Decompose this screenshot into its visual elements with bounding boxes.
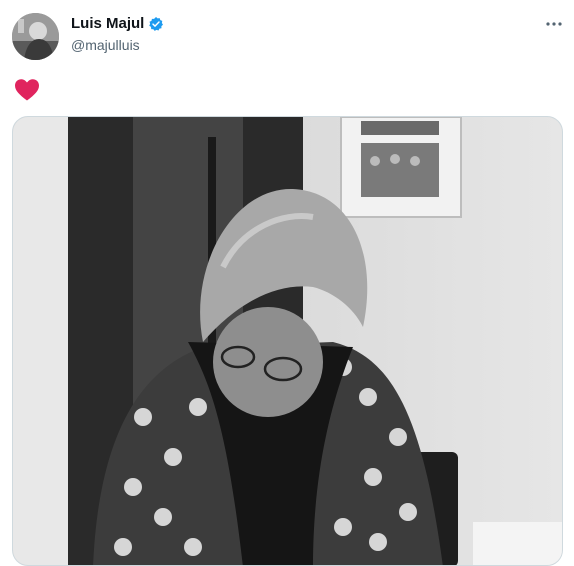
author-handle[interactable]: @majulluis — [71, 37, 140, 53]
more-options-icon[interactable] — [544, 14, 564, 34]
author-display-name[interactable]: Luis Majul — [71, 15, 144, 32]
tweet-card: Luis Majul @majulluis — [0, 0, 574, 566]
avatar[interactable] — [12, 13, 59, 60]
verified-badge-icon — [148, 16, 164, 32]
author-name-row: Luis Majul — [71, 15, 164, 32]
tweet-photo[interactable] — [12, 116, 563, 566]
heart-icon — [14, 78, 40, 102]
